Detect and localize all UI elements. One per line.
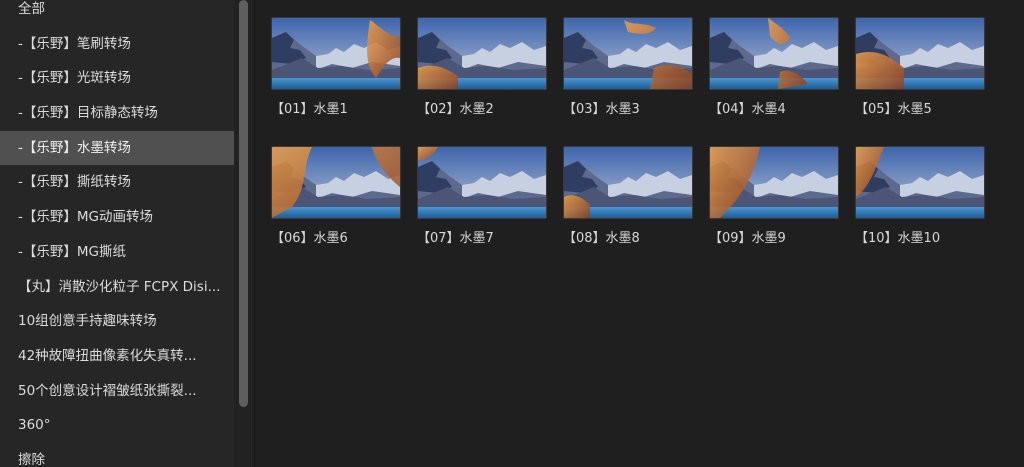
transition-thumbnail-label: 【04】水墨4 [709, 102, 786, 117]
sidebar-item[interactable]: -【乐野】笔刷转场 [0, 27, 234, 62]
transition-thumbnail-label: 【07】水墨7 [417, 231, 494, 246]
transition-thumbnail-card[interactable]: 【07】水墨7 [417, 146, 547, 246]
sidebar-item[interactable]: 360° [0, 408, 234, 443]
mountain-lake-thumbnail [563, 146, 693, 219]
transition-thumbnail-label: 【10】水墨10 [855, 231, 941, 246]
mountain-lake-thumbnail [271, 17, 401, 90]
transition-thumbnail-card[interactable]: 【08】水墨8 [563, 146, 693, 246]
mountain-lake-thumbnail [855, 17, 985, 90]
sidebar-item[interactable]: 全部 [0, 0, 234, 27]
transition-thumbnail-card[interactable]: 【03】水墨3 [563, 17, 693, 117]
transition-thumbnail-card[interactable]: 【04】水墨4 [709, 17, 839, 117]
transition-thumbnail-card[interactable]: 【10】水墨10 [855, 146, 985, 246]
transition-thumbnail-label: 【01】水墨1 [271, 102, 348, 117]
sidebar-item[interactable]: 50个创意设计褶皱纸张撕裂... [0, 374, 234, 409]
transition-thumbnail-label: 【03】水墨3 [563, 102, 640, 117]
mountain-lake-thumbnail [855, 146, 985, 219]
transition-thumbnail-card[interactable]: 【06】水墨6 [271, 146, 401, 246]
mountain-lake-thumbnail [709, 146, 839, 219]
transition-thumbnail-card[interactable]: 【02】水墨2 [417, 17, 547, 117]
sidebar-item[interactable]: -【乐野】光斑转场 [0, 61, 234, 96]
sidebar: 全部 -【乐野】笔刷转场 -【乐野】光斑转场 -【乐野】目标静态转场 -【乐野】水墨转场… [0, 0, 234, 467]
transition-thumbnail-label: 【09】水墨9 [709, 231, 786, 246]
sidebar-item[interactable]: 擦除 [0, 443, 234, 467]
transition-thumbnail-card[interactable]: 【01】水墨1 [271, 17, 401, 117]
mountain-lake-thumbnail [417, 17, 547, 90]
transition-thumbnail-label: 【08】水墨8 [563, 231, 640, 246]
transition-thumbnail-label: 【02】水墨2 [417, 102, 494, 117]
sidebar-item[interactable]: -【乐野】目标静态转场 [0, 96, 234, 131]
transition-browser: 【01】水墨1 【02】水墨2 【03】水墨3 【04】水墨4 【05】水墨5 【06】水… [255, 0, 1024, 467]
sidebar-scrollbar[interactable] [234, 0, 255, 467]
transition-thumbnail-label: 【05】水墨5 [855, 102, 932, 117]
sidebar-item[interactable]: 【丸】消散沙化粒子 FCPX Disi... [0, 270, 234, 305]
transition-thumbnail-card[interactable]: 【05】水墨5 [855, 17, 985, 117]
sidebar-scroll-thumb[interactable] [239, 0, 248, 407]
mountain-lake-thumbnail [417, 146, 547, 219]
mountain-lake-thumbnail [563, 17, 693, 90]
mountain-lake-thumbnail [709, 17, 839, 90]
sidebar-item[interactable]: -【乐野】MG撕纸 [0, 235, 234, 270]
sidebar-item[interactable]: -【乐野】MG动画转场 [0, 200, 234, 235]
sidebar-list: 全部 -【乐野】笔刷转场 -【乐野】光斑转场 -【乐野】目标静态转场 -【乐野】水墨转场… [0, 0, 234, 467]
transition-thumbnail-label: 【06】水墨6 [271, 231, 348, 246]
sidebar-item[interactable]: 10组创意手持趣味转场 [0, 304, 234, 339]
sidebar-item[interactable]: -【乐野】撕纸转场 [0, 165, 234, 200]
sidebar-item[interactable]: -【乐野】水墨转场 [0, 130, 234, 166]
mountain-lake-thumbnail [271, 146, 401, 219]
sidebar-item[interactable]: 42种故障扭曲像素化失真转... [0, 339, 234, 374]
transition-thumbnail-card[interactable]: 【09】水墨9 [709, 146, 839, 246]
